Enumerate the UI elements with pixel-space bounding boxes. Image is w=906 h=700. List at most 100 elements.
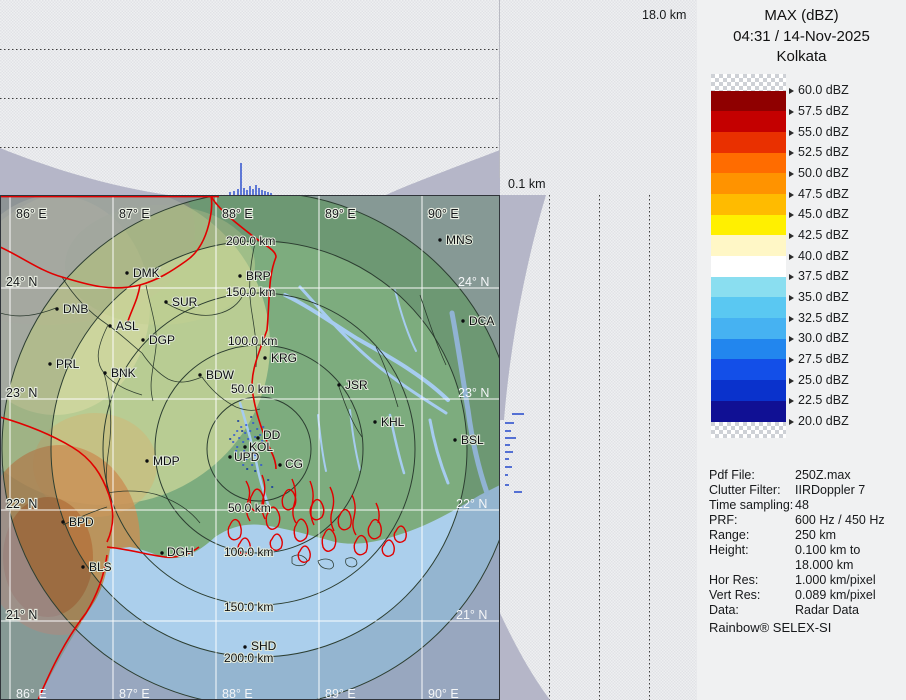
color-scale	[711, 74, 786, 438]
origin-height-axis-label: 0.1 km	[508, 177, 546, 191]
svg-text:BPD: BPD	[69, 515, 94, 529]
color-swatch	[711, 359, 786, 380]
lat-label: 21° N	[456, 608, 487, 622]
legend-threshold-label: 35.0 dBZ	[789, 290, 849, 304]
meta-row: PRF:600 Hz / 450 Hz	[709, 513, 901, 528]
legend-panel: MAX (dBZ) 04:31 / 14-Nov-2025 Kolkata 60…	[697, 0, 906, 700]
product-timestamp: 04:31 / 14-Nov-2025	[697, 27, 906, 48]
ring-label: 50.0 km	[231, 382, 274, 396]
legend-threshold-label: 47.5 dBZ	[789, 187, 849, 201]
lat-label: 24° N	[458, 275, 489, 289]
meta-row: Pdf File:250Z.max	[709, 468, 901, 483]
color-swatch	[711, 380, 786, 401]
lat-label: 23° N	[6, 386, 37, 400]
legend-threshold-label: 22.5 dBZ	[789, 393, 849, 407]
height-gridlines	[550, 195, 650, 700]
color-swatch	[711, 339, 786, 360]
map-panel: 200.0 km 150.0 km 100.0 km 50.0 km 50.0 …	[0, 195, 500, 700]
color-swatch	[711, 215, 786, 236]
meta-row: Height:0.100 km to 18.000 km	[709, 543, 901, 573]
color-swatch-above-max	[711, 74, 786, 91]
svg-text:DCA: DCA	[469, 314, 494, 328]
legend-threshold-label: 57.5 dBZ	[789, 104, 849, 118]
svg-text:BNK: BNK	[111, 366, 136, 380]
legend-threshold-label: 40.0 dBZ	[789, 249, 849, 263]
color-swatch	[711, 194, 786, 215]
ring-label: 100.0 km	[224, 545, 273, 559]
svg-text:CG: CG	[285, 457, 303, 471]
product-header: MAX (dBZ) 04:31 / 14-Nov-2025 Kolkata	[697, 6, 906, 68]
color-swatch	[711, 318, 786, 339]
echo-height-spikes	[230, 163, 271, 195]
color-swatch	[711, 256, 786, 277]
legend-threshold-label: 52.5 dBZ	[789, 145, 849, 159]
svg-text:KRG: KRG	[271, 351, 297, 365]
color-swatch	[711, 235, 786, 256]
meta-row: Data:Radar Data	[709, 603, 901, 618]
legend-threshold-label: 37.5 dBZ	[789, 269, 849, 283]
ring-label: 50.0 km	[228, 501, 271, 515]
svg-text:SUR: SUR	[172, 295, 198, 309]
svg-text:DNB: DNB	[63, 302, 88, 316]
color-swatch	[711, 91, 786, 112]
svg-text:JSR: JSR	[345, 378, 368, 392]
color-swatch	[711, 277, 786, 298]
ring-label: 150.0 km	[226, 285, 275, 299]
lon-label: 89° E	[325, 687, 356, 700]
svg-text:MDP: MDP	[153, 454, 180, 468]
svg-text:BDW: BDW	[206, 368, 235, 382]
color-swatch	[711, 401, 786, 422]
radar-application-window: { "header": { "product": "MAX (dBZ)", "t…	[0, 0, 906, 700]
ring-label: 100.0 km	[228, 334, 277, 348]
meta-row: Hor Res:1.000 km/pixel	[709, 573, 901, 588]
legend-threshold-label: 45.0 dBZ	[789, 207, 849, 221]
meta-row: Clutter Filter:IIRDoppler 7	[709, 483, 901, 498]
lat-label: 22° N	[456, 497, 487, 511]
svg-text:BLS: BLS	[89, 560, 112, 574]
max-height-axis-label: 18.0 km	[642, 8, 686, 22]
legend-threshold-label: 60.0 dBZ	[789, 83, 849, 97]
legend-threshold-label: 25.0 dBZ	[789, 373, 849, 387]
echo-height-dashes	[505, 414, 524, 492]
lon-label: 88° E	[222, 207, 253, 221]
svg-text:PRL: PRL	[56, 357, 80, 371]
meta-row: Time sampling:48	[709, 498, 901, 513]
color-swatch	[711, 173, 786, 194]
height-gridlines	[0, 50, 500, 148]
meta-row: Vert Res:0.089 km/pixel	[709, 588, 901, 603]
top-profile-plot	[0, 0, 500, 195]
radar-map: 200.0 km 150.0 km 100.0 km 50.0 km 50.0 …	[0, 195, 500, 700]
lon-label: 90° E	[428, 207, 459, 221]
ring-label: 150.0 km	[224, 600, 273, 614]
color-swatch	[711, 153, 786, 174]
svg-text:SHD: SHD	[251, 639, 277, 653]
lon-label: 88° E	[222, 687, 253, 700]
legend-threshold-label: 55.0 dBZ	[789, 125, 849, 139]
svg-text:DGP: DGP	[149, 333, 175, 347]
software-brand: Rainbow® SELEX-SI	[709, 620, 831, 635]
svg-text:DGH: DGH	[167, 545, 194, 559]
lon-label: 87° E	[119, 687, 150, 700]
lat-label: 23° N	[458, 386, 489, 400]
meta-row: Range:250 km	[709, 528, 901, 543]
svg-text:MNS: MNS	[446, 233, 473, 247]
lon-label: 87° E	[119, 207, 150, 221]
lat-label: 21° N	[6, 608, 37, 622]
color-swatch	[711, 297, 786, 318]
scan-metadata: Pdf File:250Z.max Clutter Filter:IIRDopp…	[709, 468, 901, 618]
legend-threshold-label: 42.5 dBZ	[789, 228, 849, 242]
color-swatch	[711, 132, 786, 153]
lat-label: 22° N	[6, 497, 37, 511]
svg-text:ASL: ASL	[116, 319, 139, 333]
color-swatch	[711, 111, 786, 132]
legend-threshold-label: 50.0 dBZ	[789, 166, 849, 180]
svg-text:DMK: DMK	[133, 266, 160, 280]
ring-label: 200.0 km	[226, 234, 275, 248]
lon-label: 86° E	[16, 687, 47, 700]
lat-label: 24° N	[6, 275, 37, 289]
legend-threshold-label: 27.5 dBZ	[789, 352, 849, 366]
svg-text:BSL: BSL	[461, 433, 484, 447]
top-height-profile-panel	[0, 0, 500, 195]
legend-threshold-label: 30.0 dBZ	[789, 331, 849, 345]
site-name: Kolkata	[697, 47, 906, 68]
